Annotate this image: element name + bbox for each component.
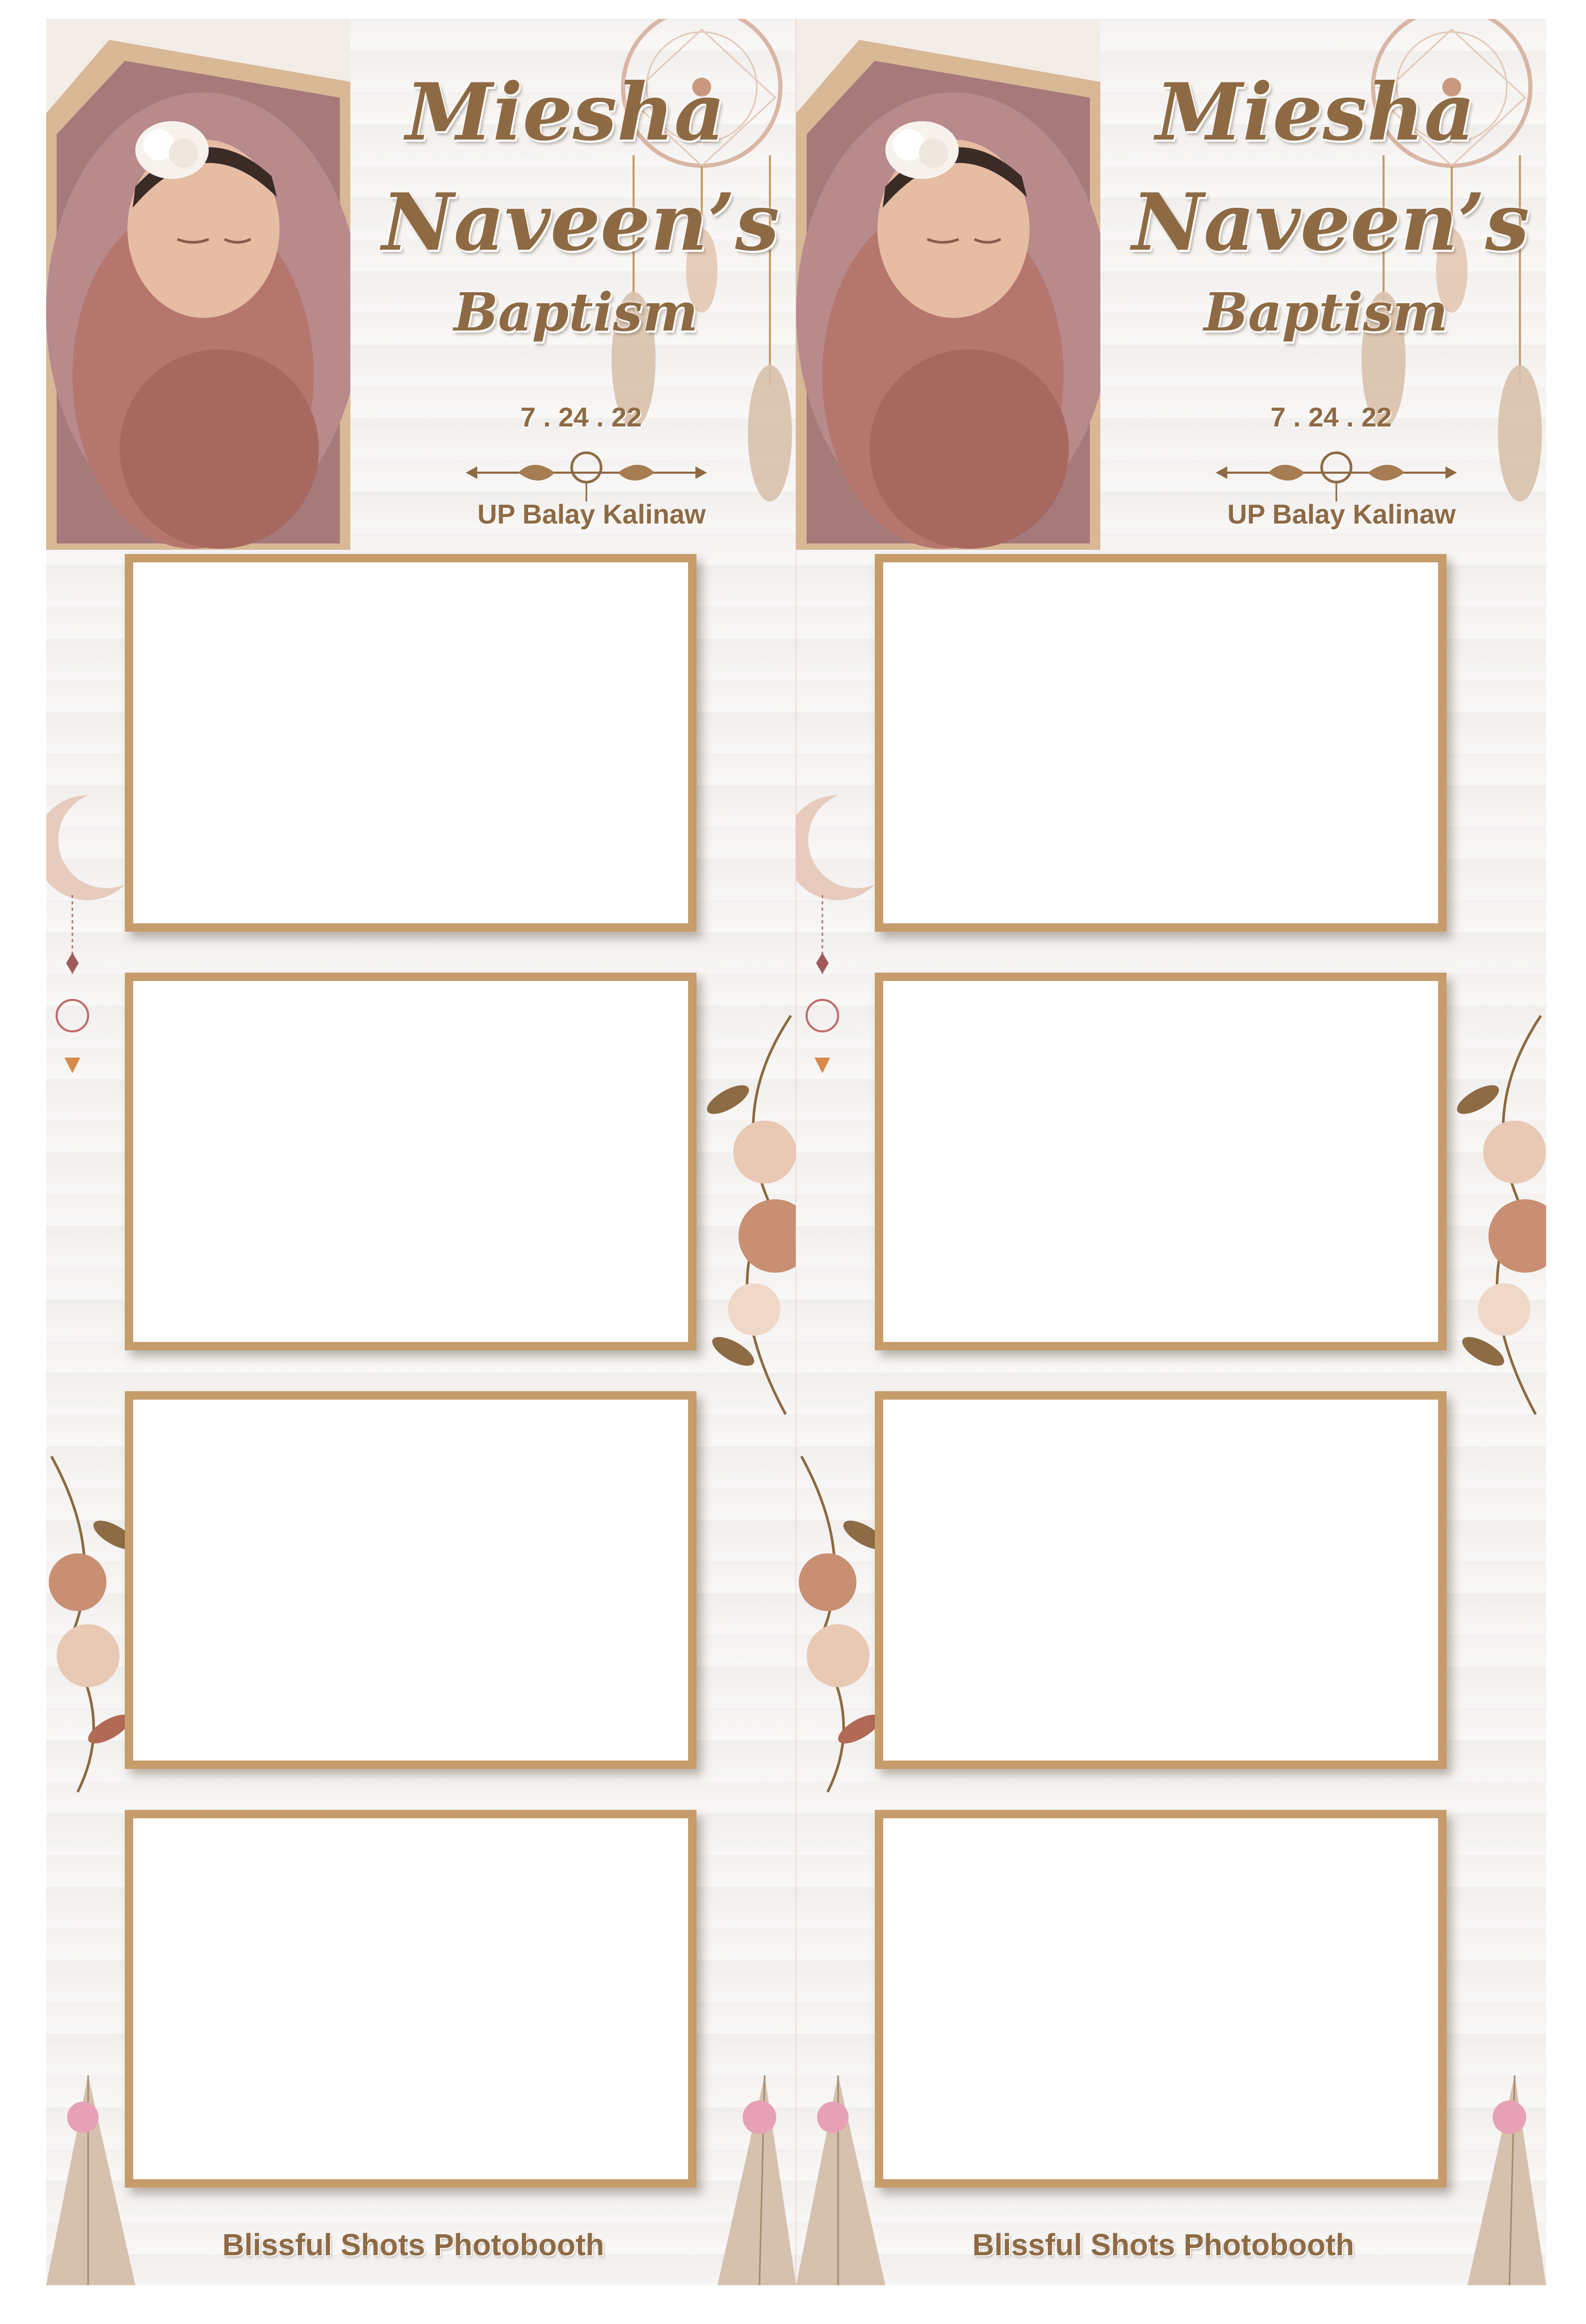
arrow-divider-icon: [1216, 446, 1457, 504]
teepee-icon: [796, 2065, 885, 2285]
event-date: 7 . 24 . 22: [1270, 402, 1392, 433]
photo-frame-2: [125, 973, 696, 1350]
photo-frame-1: [875, 554, 1446, 932]
event-occasion: Baptism: [1204, 281, 1448, 343]
event-venue: UP Balay Kalinaw: [477, 499, 706, 530]
photo-frame-1: [125, 554, 696, 932]
footer-brand: Blissful Shots Photobooth: [972, 2228, 1355, 2262]
crescent-moon-icon: [46, 795, 130, 1089]
footer-brand: Blissful Shots Photobooth: [222, 2228, 605, 2262]
photo-frame-4: [125, 1810, 696, 2188]
photo-frame-3: [875, 1391, 1446, 1769]
baby-photo: [796, 19, 1100, 550]
flower-icon: [796, 1455, 885, 1793]
photo-frame-2: [875, 973, 1446, 1350]
flower-icon: [696, 1015, 796, 1415]
flower-icon: [46, 1455, 135, 1793]
event-occasion: Baptism: [454, 281, 698, 343]
teepee-icon: [1446, 2065, 1546, 2285]
photo-strip-left: Miesha Naveen’s Baptism 7 . 24 . 22 UP B…: [46, 19, 796, 2285]
flower-icon: [1446, 1015, 1546, 1415]
arrow-divider-icon: [466, 446, 707, 504]
event-venue: UP Balay Kalinaw: [1227, 499, 1456, 530]
event-name-line2: Naveen’s: [1132, 176, 1530, 269]
crescent-moon-icon: [796, 795, 880, 1089]
event-name-line1: Miesha: [405, 66, 725, 158]
baby-photo: [46, 19, 350, 550]
teepee-icon: [46, 2065, 135, 2285]
event-date: 7 . 24 . 22: [520, 402, 642, 433]
event-name-line2: Naveen’s: [382, 176, 780, 269]
photo-frame-3: [125, 1391, 696, 1769]
event-name-line1: Miesha: [1155, 66, 1475, 158]
teepee-icon: [696, 2065, 796, 2285]
photo-strip-right: Miesha Naveen’s Baptism 7 . 24 . 22 UP B…: [796, 19, 1546, 2285]
photo-frame-4: [875, 1810, 1446, 2188]
